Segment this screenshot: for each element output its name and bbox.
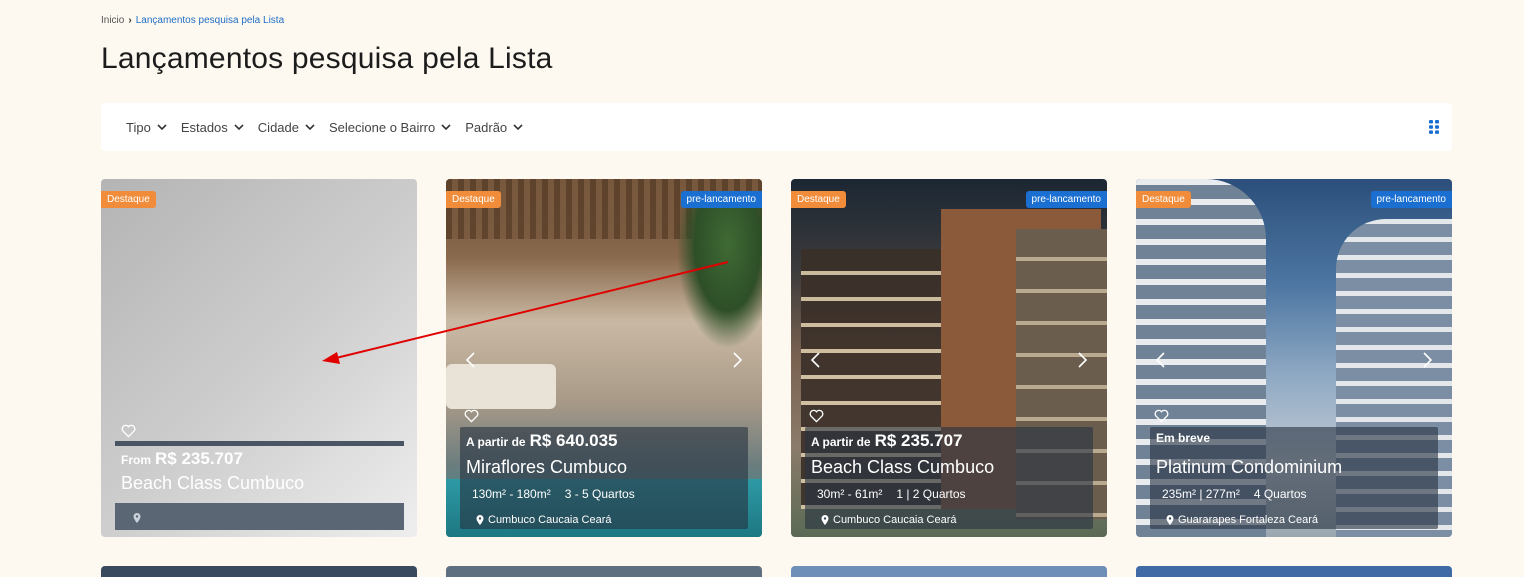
property-area: 235m² | 277m² — [1162, 487, 1240, 501]
map-pin-icon — [476, 515, 484, 525]
breadcrumb: Inicio › Lançamentos pesquisa pela Lista — [101, 15, 284, 26]
property-name[interactable]: Beach Class Cumbuco — [811, 457, 994, 478]
property-info: From R$ 235.707 Beach Class Cumbuco — [115, 441, 404, 530]
filter-label: Estados — [180, 119, 228, 135]
chevron-down-icon — [157, 124, 167, 131]
chevron-left-icon[interactable] — [464, 351, 478, 369]
property-card[interactable]: Destaque From R$ 235.707 Beach Class Cum… — [101, 179, 417, 537]
price-line: From R$ 235.707 — [121, 449, 243, 469]
price-value: R$ 640.035 — [529, 431, 618, 450]
chevron-right-icon[interactable] — [1420, 351, 1434, 369]
price-value: R$ 235.707 — [155, 449, 243, 468]
property-location: Cumbuco Caucaia Ceará — [476, 514, 612, 526]
property-info: A partir de R$ 640.035 Miraflores Cumbuc… — [460, 427, 748, 529]
property-card[interactable]: Destaque pre-lancamento Em breve Platinu… — [1136, 179, 1452, 537]
property-specs: 235m² | 277m² 4 Quartos — [1162, 487, 1307, 501]
status-badge: pre-lancamento — [1370, 191, 1452, 208]
price-prefix: From — [121, 453, 151, 467]
property-name[interactable]: Miraflores Cumbuco — [466, 457, 627, 478]
price-prefix: Em breve — [1156, 431, 1211, 445]
price-line: A partir de R$ 235.707 — [811, 431, 962, 451]
property-specs: 30m² - 61m² 1 | 2 Quartos — [817, 487, 966, 501]
heart-icon[interactable] — [121, 424, 136, 438]
featured-badge: Destaque — [101, 191, 156, 208]
chevron-right-icon[interactable] — [730, 351, 744, 369]
property-card[interactable]: Destaque pre-lancamento A partir de R$ 2… — [791, 179, 1107, 537]
page-title: Lançamentos pesquisa pela Lista — [101, 42, 553, 75]
chevron-down-icon — [513, 124, 523, 131]
property-specs: 130m² - 180m² 3 - 5 Quartos — [472, 487, 635, 501]
property-rooms: 4 Quartos — [1253, 487, 1307, 501]
location-text: Guararapes Fortaleza Ceará — [1178, 514, 1319, 526]
breadcrumb-separator-icon: › — [128, 15, 132, 26]
property-info: Em breve Platinum Condominium 235m² | 27… — [1150, 427, 1438, 529]
map-pin-icon — [821, 515, 829, 525]
heart-icon[interactable] — [809, 409, 824, 423]
property-card[interactable]: Destaque pre-lancamento A partir de R$ 6… — [446, 179, 762, 537]
property-area: 30m² - 61m² — [817, 487, 883, 501]
filter-tipo[interactable]: Tipo — [126, 120, 167, 135]
price-prefix: A partir de — [466, 435, 526, 449]
property-name[interactable]: Beach Class Cumbuco — [121, 473, 304, 494]
location-text: Cumbuco Caucaia Ceará — [833, 514, 957, 526]
heart-icon[interactable] — [1154, 409, 1169, 423]
property-name[interactable]: Platinum Condominium — [1156, 457, 1342, 478]
chevron-left-icon[interactable] — [809, 351, 823, 369]
price-prefix: A partir de — [811, 435, 871, 449]
info-divider — [115, 441, 404, 446]
property-rooms: 3 - 5 Quartos — [564, 487, 635, 501]
featured-badge: Destaque — [446, 191, 501, 208]
breadcrumb-current[interactable]: Lançamentos pesquisa pela Lista — [136, 15, 284, 26]
filter-bar: Tipo Estados Cidade Selecione o Bairro P… — [101, 103, 1452, 151]
chevron-left-icon[interactable] — [1154, 351, 1168, 369]
breadcrumb-home-link[interactable]: Inicio — [101, 15, 124, 26]
grid-view-icon[interactable] — [1428, 119, 1440, 135]
featured-badge: Destaque — [791, 191, 846, 208]
property-card-next-row[interactable] — [101, 566, 417, 577]
status-badge: pre-lancamento — [680, 191, 762, 208]
heart-icon[interactable] — [464, 409, 479, 423]
property-location: Guararapes Fortaleza Ceará — [1166, 514, 1318, 526]
map-pin-icon — [133, 513, 141, 523]
photo-palm — [676, 199, 762, 349]
filter-label: Cidade — [257, 119, 299, 135]
property-card-next-row[interactable] — [791, 566, 1107, 577]
map-pin-icon — [1166, 515, 1174, 525]
chevron-down-icon — [234, 124, 244, 131]
filter-bairro[interactable]: Selecione o Bairro — [329, 120, 451, 135]
filter-padrao[interactable]: Padrão — [465, 120, 523, 135]
price-value: R$ 235.707 — [874, 431, 963, 450]
filter-label: Padrão — [465, 119, 508, 135]
property-info: A partir de R$ 235.707 Beach Class Cumbu… — [805, 427, 1093, 529]
chevron-right-icon[interactable] — [1075, 351, 1089, 369]
filter-label: Selecione o Bairro — [329, 119, 436, 135]
property-location — [133, 513, 145, 523]
location-strip — [115, 503, 404, 530]
featured-badge: Destaque — [1136, 191, 1191, 208]
chevron-down-icon — [305, 124, 315, 131]
property-location: Cumbuco Caucaia Ceará — [821, 514, 957, 526]
filter-cidade[interactable]: Cidade — [258, 120, 315, 135]
property-rooms: 1 | 2 Quartos — [896, 487, 966, 501]
filter-estados[interactable]: Estados — [181, 120, 244, 135]
filter-label: Tipo — [126, 119, 151, 135]
status-badge: pre-lancamento — [1025, 191, 1107, 208]
property-card-next-row[interactable] — [1136, 566, 1452, 577]
photo-sofa — [446, 364, 556, 409]
property-area: 130m² - 180m² — [472, 487, 551, 501]
chevron-down-icon — [441, 124, 451, 131]
property-card-next-row[interactable] — [446, 566, 762, 577]
price-line: Em breve — [1156, 431, 1214, 445]
price-line: A partir de R$ 640.035 — [466, 431, 617, 451]
location-text: Cumbuco Caucaia Ceará — [488, 514, 612, 526]
